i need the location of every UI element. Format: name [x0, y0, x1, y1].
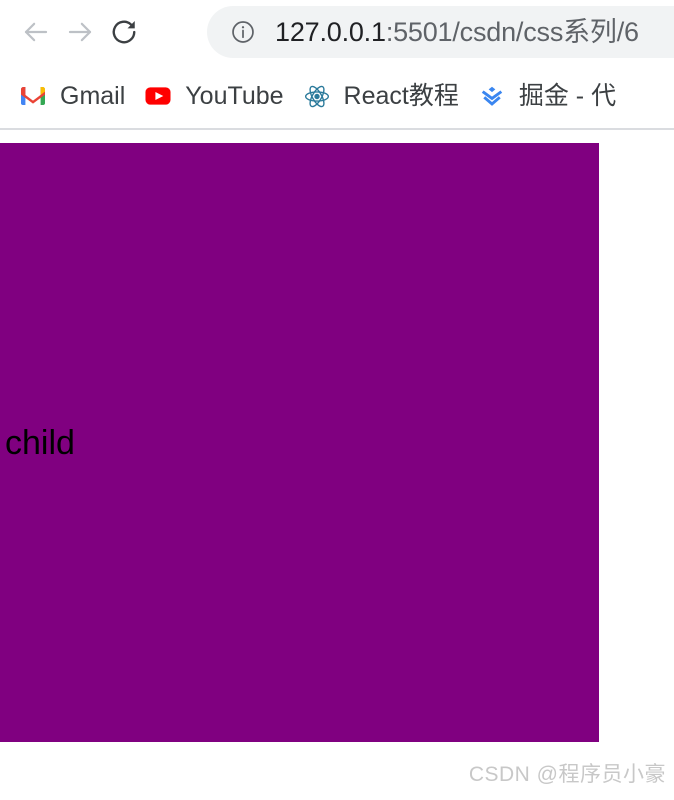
arrow-left-icon — [24, 22, 48, 42]
back-button[interactable] — [14, 10, 58, 54]
gmail-icon — [20, 83, 46, 109]
page-viewport: child CSDN @程序员小豪 — [0, 130, 674, 798]
url-path: :5501/csdn/css系列/6 — [385, 16, 639, 47]
youtube-icon — [145, 83, 171, 109]
address-bar[interactable]: 127.0.0.1:5501/csdn/css系列/6 — [207, 6, 674, 58]
bookmarks-bar: Gmail YouTube React教程 掘金 - 代 — [0, 64, 674, 128]
url-host: 127.0.0.1 — [275, 16, 386, 47]
bookmark-youtube[interactable]: YouTube — [135, 74, 293, 118]
react-icon — [304, 83, 330, 109]
bookmark-gmail[interactable]: Gmail — [10, 74, 135, 118]
browser-window: 127.0.0.1:5501/csdn/css系列/6 Gmail YouTub… — [0, 0, 674, 800]
child-label: child — [5, 423, 75, 462]
juejin-icon — [479, 83, 505, 109]
bookmark-react[interactable]: React教程 — [294, 74, 469, 118]
bookmark-label: Gmail — [60, 81, 126, 110]
url-text: 127.0.0.1:5501/csdn/css系列/6 — [275, 16, 639, 47]
csdn-watermark: CSDN @程序员小豪 — [468, 763, 666, 786]
bookmark-juejin[interactable]: 掘金 - 代 — [469, 74, 626, 118]
parent-container: child — [0, 143, 604, 742]
child-box: child — [0, 143, 599, 742]
reload-button[interactable] — [102, 10, 146, 54]
bookmark-label: YouTube — [185, 81, 284, 110]
info-circle-icon[interactable] — [229, 18, 257, 46]
forward-button[interactable] — [58, 10, 102, 54]
reload-icon — [112, 20, 136, 44]
arrow-right-icon — [68, 22, 92, 42]
bookmark-label: 掘金 - 代 — [518, 81, 617, 110]
browser-toolbar: 127.0.0.1:5501/csdn/css系列/6 — [0, 0, 674, 64]
bookmark-label: React教程 — [343, 81, 459, 110]
